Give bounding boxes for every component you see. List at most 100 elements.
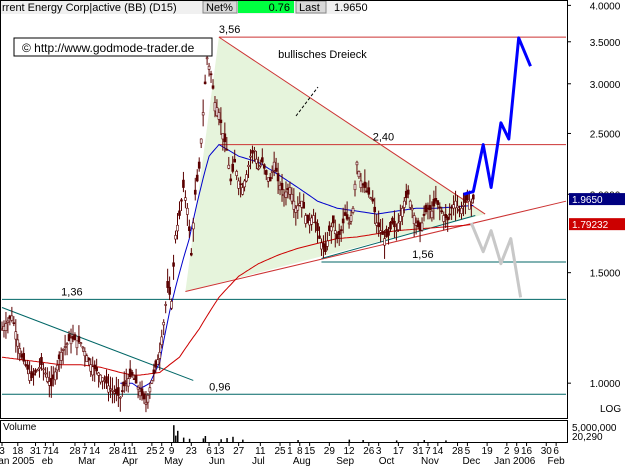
volume-bar [242,439,244,442]
price-bar-body [126,378,130,387]
price-bar-body [472,194,475,200]
x-month-label: Oct [379,456,395,466]
price-bar-body [182,179,185,188]
price-bar-body [373,206,377,213]
price-bar-body [36,369,39,372]
x-month-label: May [164,456,183,466]
volume-bar [175,435,177,442]
price-bar-body [438,206,442,209]
price-bar-body [345,214,349,220]
volume-bar [226,438,228,442]
price-bar-body [50,378,53,387]
x-month-label: Mar [78,456,96,466]
annotation-3: 1,36 [61,286,82,298]
price-bar-body [146,394,150,403]
price-bar-body [211,85,215,89]
price-bar-body [410,207,414,211]
price-bar-body [280,182,284,191]
price-bar-body [150,380,154,384]
price-bar-body [87,357,91,361]
price-bar-body [14,331,18,340]
price-bar-body [446,216,449,221]
price-bar-body [397,222,400,230]
price-bar-body [229,178,233,182]
volume-bar [362,440,364,442]
last-value: 1.9650 [334,2,368,14]
price-bar-body [26,364,29,370]
x-day-label: 28 [109,446,121,457]
price-bar-body [245,174,248,182]
volume-bars [173,425,447,442]
price-bar-body [460,207,463,214]
price-bar-body [207,65,211,70]
price-bar-body [408,200,412,208]
price-bar-body [109,388,112,390]
price-bar-body [387,230,390,236]
price-bar-body [422,213,426,216]
price-bar-body [162,322,166,326]
price-bar-body [61,349,65,351]
price-bar-body [144,402,148,405]
volume-tick-label: 20,290 [572,432,603,443]
price-bar-body [274,167,278,172]
x-day-label: 25 [146,446,158,457]
price-bar-body [136,386,140,390]
price-bar-body [148,387,152,393]
price-bar-body [32,373,35,376]
price-bar-body [247,164,250,167]
price-bar-body [420,222,424,231]
price-bar-body [302,201,306,209]
triangle-pattern [185,37,486,292]
price-bar-body [73,334,77,341]
volume-bar [445,440,447,442]
price-bar-body [4,323,8,331]
price-bar-body [261,157,264,163]
price-bar-body [6,320,10,323]
price-bar-body [225,148,229,151]
price-bar-body [95,367,98,372]
x-day-label: 29 [324,446,336,457]
price-bar-body [227,164,231,169]
price-bar-body [395,230,398,232]
volume-bar [202,438,205,442]
price-bar-body [371,198,375,202]
forecast-paths [463,36,532,298]
price-bar-body [223,133,227,143]
price-bar-body [316,223,319,231]
price-bar-body [430,210,434,219]
price-bar-body [253,150,256,152]
forecast-up-path [463,36,532,196]
price-bar-body [158,351,162,359]
y-tick-label: 2.5000 [590,129,621,140]
annotation-1: 2,40 [373,132,394,144]
price-bar-body [190,252,193,256]
price-bar-body [235,171,238,176]
x-month-label: Aug [293,456,311,466]
copyright-box: © http://www.godmode-trader.de [13,37,213,57]
price-bar-body [243,180,246,188]
price-bar-body [402,200,406,208]
price-bar-body [199,138,203,144]
scale-label: LOG [600,404,621,415]
x-month-label: Nov [421,456,439,466]
price-bar-body [130,371,134,376]
price-bar-body [257,168,260,170]
price-bar-body [156,359,160,365]
price-bar-body [314,221,317,224]
copyright-text: © http://www.godmode-trader.de [22,41,195,55]
price-bar-body [22,353,25,362]
price-bar-body [367,187,371,195]
volume-bar [173,425,175,442]
y-tick-label: 1.5000 [590,269,621,280]
price-bar-body [172,262,175,267]
price-bar-body [122,381,126,387]
price-bar-body [436,200,440,205]
x-month-label: Dec [462,456,480,466]
price-bar-body [53,371,57,381]
price-bar-body [10,315,14,321]
price-bar-body [339,229,343,231]
net-value: 0.76 [269,2,290,14]
header-bar: rrent Energy Corp|active (BB) (D15) Net%… [0,0,368,14]
price-bar-body [166,281,169,288]
x-day-label: 26 [363,446,375,457]
